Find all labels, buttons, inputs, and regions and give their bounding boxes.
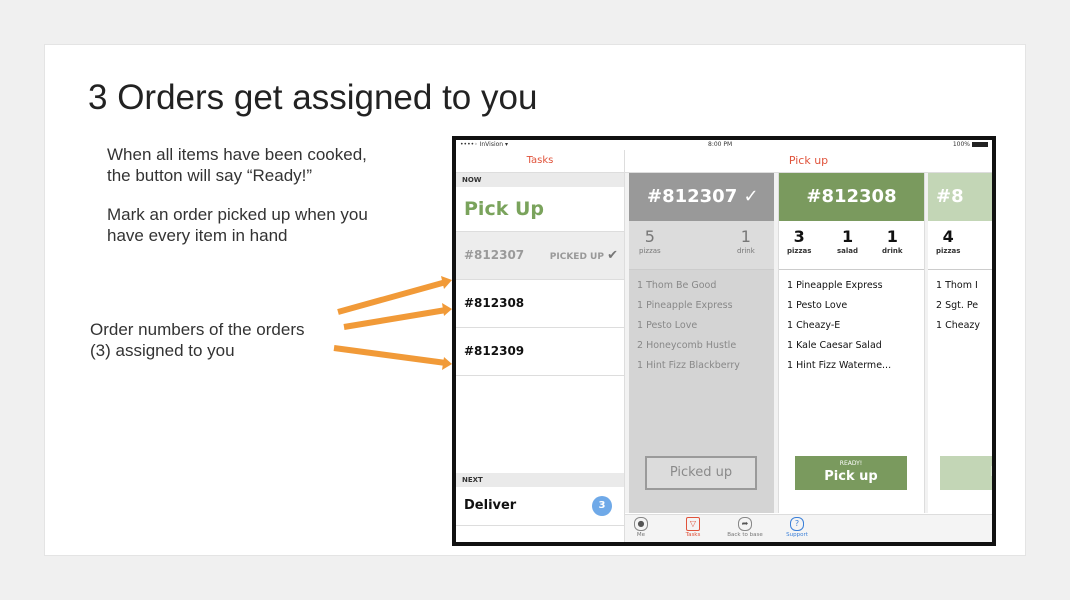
order-items-list: 1 Thom Be Good 1 Pineapple Express 1 Pes… <box>629 270 774 376</box>
pick-up-button[interactable]: READY! Pick up <box>795 456 907 490</box>
tab-label: Tasks <box>685 532 701 538</box>
count-number: 5 <box>644 227 655 246</box>
count-pizzas: 4 pizzas <box>936 227 960 255</box>
order-counts: 5 pizzas 1 drink <box>629 221 774 270</box>
clock-label: 8:00 PM <box>708 141 733 148</box>
order-row-812308[interactable]: #812308 <box>456 280 624 328</box>
order-card-812308: #812308 3 pizzas 1 salad 1 drink 1 Pinea… <box>778 173 925 513</box>
order-columns: #812307 ✓ 5 pizzas 1 drink 1 Thom Be Goo… <box>625 173 992 513</box>
count-drink: 1 drink <box>737 227 755 255</box>
list-item: 1 Pesto Love <box>787 300 848 311</box>
tablet-frame: ••••◦ InVision ▾ 8:00 PM 100% Tasks NOW … <box>452 136 996 546</box>
checkmark-icon: ✔ <box>607 248 618 263</box>
pick-up-button-partial[interactable]: Pi <box>940 456 992 490</box>
tasks-header: Tasks <box>456 150 624 173</box>
count-number: 1 <box>886 227 898 246</box>
list-item: 1 Thom I <box>936 280 978 291</box>
count-pizzas: 3 pizzas <box>787 227 811 255</box>
order-card-title: #812308 <box>779 173 924 221</box>
tab-me[interactable]: ● Me <box>621 517 661 538</box>
pickup-header: Pick up <box>625 150 992 173</box>
order-items-list: 1 Pineapple Express 1 Pesto Love 1 Cheaz… <box>779 270 924 376</box>
tab-support[interactable]: ? Support <box>777 517 817 538</box>
list-item: 1 Cheazy <box>936 320 980 331</box>
count-unit: drink <box>737 247 755 255</box>
help-icon: ? <box>790 517 804 531</box>
deliver-count-badge: 3 <box>592 496 612 516</box>
list-item: 2 Honeycomb Hustle <box>637 340 737 351</box>
picked-up-button[interactable]: Picked up <box>645 456 757 490</box>
count-number: 1 <box>841 227 854 246</box>
list-item: 1 Cheazy-E <box>787 320 841 331</box>
list-item: 1 Hint Fizz Waterme... <box>787 360 892 371</box>
deliver-task[interactable]: Deliver 3 <box>456 487 624 526</box>
count-unit: drink <box>882 247 903 255</box>
order-card-812309: #8 4 pizzas 1 Thom I 2 Sgt. Pe 1 Cheazy … <box>928 173 992 513</box>
pick-up-label: Pick up <box>824 469 878 484</box>
tab-label: Back to base <box>727 532 763 538</box>
list-item: 1 Hint Fizz Blackberry <box>637 360 740 371</box>
deliver-label: Deliver <box>464 498 517 513</box>
order-card-812307: #812307 ✓ 5 pizzas 1 drink 1 Thom Be Goo… <box>629 173 774 513</box>
list-item: 1 Thom Be Good <box>637 280 717 291</box>
count-unit: salad <box>837 247 859 255</box>
battery-label: 100% <box>952 141 970 148</box>
ready-label: READY! <box>839 460 863 467</box>
battery-indicator: 100% <box>953 141 988 148</box>
order-number: #812307 <box>464 248 525 262</box>
next-section: NEXT Deliver 3 <box>456 473 624 526</box>
pizza-slice-icon: ▽ <box>686 517 700 531</box>
list-item: 2 Sgt. Pe <box>936 300 979 311</box>
tab-back-to-base[interactable]: ➦ Back to base <box>725 517 765 538</box>
list-item: 1 Kale Caesar Salad <box>787 340 882 351</box>
order-row-812309[interactable]: #812309 <box>456 328 624 376</box>
count-number: 4 <box>942 227 954 246</box>
tab-tasks[interactable]: ▽ Tasks <box>673 517 713 538</box>
order-card-title: #812307 ✓ <box>629 173 774 221</box>
count-unit: pizzas <box>936 247 961 255</box>
list-item: 1 Pesto Love <box>637 320 698 331</box>
order-number: #812308 <box>464 296 525 310</box>
return-icon: ➦ <box>738 517 752 531</box>
count-drink: 1 drink <box>882 227 903 255</box>
picked-up-label: PICKED UP <box>549 252 604 262</box>
arrow-to-812307 <box>337 276 452 315</box>
list-item: 1 Pineapple Express <box>637 300 733 311</box>
tasks-sidebar: Tasks NOW Pick Up #812307 PICKED UP ✔ #8… <box>456 150 625 542</box>
battery-icon <box>972 142 988 147</box>
count-number: 3 <box>793 227 805 246</box>
status-bar: ••••◦ InVision ▾ 8:00 PM 100% <box>456 140 992 150</box>
order-card-title: #8 <box>928 173 992 221</box>
person-icon: ● <box>634 517 648 531</box>
count-unit: pizzas <box>639 247 661 255</box>
order-row-812307[interactable]: #812307 PICKED UP ✔ <box>456 232 624 280</box>
carrier-label: ••••◦ InVision ▾ <box>460 141 508 148</box>
order-counts: 4 pizzas <box>928 221 992 270</box>
tab-label: Me <box>636 532 646 538</box>
count-pizzas: 5 pizzas <box>639 227 661 255</box>
picked-up-status: PICKED UP ✔ <box>550 232 618 281</box>
count-unit: pizzas <box>787 247 812 255</box>
count-number: 1 <box>740 227 751 246</box>
bottom-tab-bar: ● Me ▽ Tasks ➦ Back to base ? Support <box>625 514 992 542</box>
count-salad: 1 salad <box>837 227 858 255</box>
list-item: 1 Pineapple Express <box>787 280 883 291</box>
app-screen: ••••◦ InVision ▾ 8:00 PM 100% Tasks NOW … <box>456 140 992 542</box>
arrow-to-812309 <box>333 345 452 370</box>
order-items-list: 1 Thom I 2 Sgt. Pe 1 Cheazy <box>928 270 992 336</box>
pickup-task-title[interactable]: Pick Up <box>456 187 624 232</box>
next-section-label: NEXT <box>456 473 624 487</box>
order-number: #812309 <box>464 344 525 358</box>
tab-label: Support <box>786 532 808 538</box>
order-counts: 3 pizzas 1 salad 1 drink <box>779 221 924 270</box>
now-section-label: NOW <box>456 173 624 187</box>
